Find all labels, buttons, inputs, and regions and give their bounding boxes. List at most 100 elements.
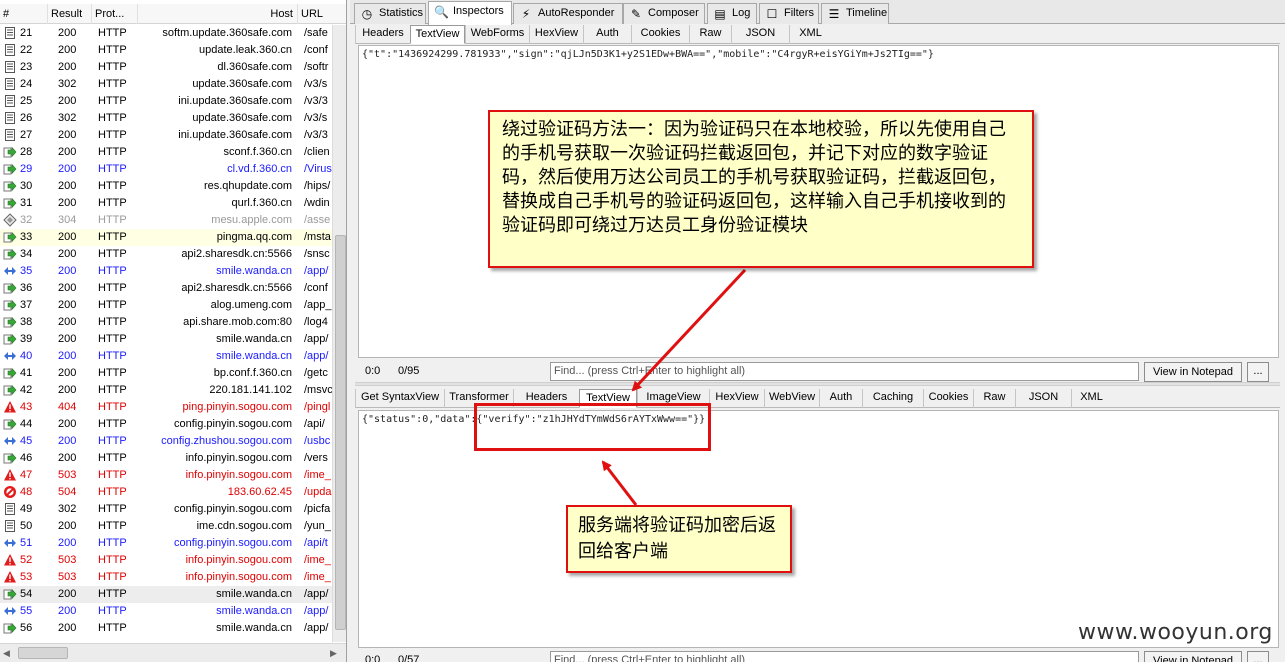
- document-icon: [3, 60, 17, 74]
- scroll-right-icon[interactable]: ▶: [330, 648, 337, 659]
- session-row[interactable]: 24 302 HTTP update.360safe.com/v3/s: [0, 76, 332, 93]
- session-number: 32: [20, 214, 33, 226]
- request-tab-cookies[interactable]: Cookies: [631, 25, 689, 44]
- session-row[interactable]: 35 200 HTTP smile.wanda.cn/app/: [0, 263, 332, 280]
- session-row[interactable]: 34 200 HTTP api2.sharesdk.cn:5566/snsc: [0, 246, 332, 263]
- main-tab-filters[interactable]: ☐ Filters: [759, 3, 819, 24]
- response-statusbar: 0:0 0/57 Find... (press Ctrl+Enter to hi…: [358, 650, 1279, 662]
- request-find-input[interactable]: Find... (press Ctrl+Enter to highlight a…: [550, 362, 1139, 381]
- session-vertical-scrollbar[interactable]: [332, 25, 346, 642]
- session-row[interactable]: 37 200 HTTP alog.umeng.com/app_: [0, 297, 332, 314]
- response-arrow-icon: [3, 332, 17, 346]
- request-tab-headers[interactable]: Headers: [355, 25, 410, 44]
- response-find-input[interactable]: Find... (press Ctrl+Enter to highlight a…: [550, 651, 1139, 662]
- response-tab-json[interactable]: JSON: [1015, 389, 1071, 408]
- inspector-splitter[interactable]: [355, 382, 1280, 386]
- session-row[interactable]: 50 200 HTTP ime.cdn.sogou.com/yun_: [0, 518, 332, 535]
- request-tab-raw[interactable]: Raw: [689, 25, 731, 44]
- main-tab-autoresponder[interactable]: ⚡ AutoResponder: [513, 3, 623, 24]
- column-result[interactable]: Result: [48, 4, 92, 24]
- column-number[interactable]: #: [0, 4, 48, 24]
- session-url: /v3/s: [304, 112, 328, 124]
- session-row[interactable]: 44 200 HTTP config.pinyin.sogou.com/api/: [0, 416, 332, 433]
- session-row[interactable]: 45 200 HTTP config.zhushou.sogou.com/usbc: [0, 433, 332, 450]
- response-tab-raw[interactable]: Raw: [973, 389, 1015, 408]
- session-row[interactable]: 29 200 HTTP cl.vd.f.360.cn/Virus: [0, 161, 332, 178]
- session-row[interactable]: 54 200 HTTP smile.wanda.cn/app/: [0, 586, 332, 603]
- session-result: 200: [58, 350, 77, 362]
- request-tab-xml[interactable]: XML: [789, 25, 831, 44]
- session-row[interactable]: 25 200 HTTP ini.update.360safe.com/v3/3: [0, 93, 332, 110]
- session-host: mesu.apple.com: [211, 214, 292, 226]
- main-tab-timeline[interactable]: ☰ Timeline: [821, 3, 889, 24]
- session-row[interactable]: 48 504 HTTP 183.60.62.45/upda: [0, 484, 332, 501]
- session-row[interactable]: 32 304 HTTP mesu.apple.com/asse: [0, 212, 332, 229]
- session-row[interactable]: 47 503 HTTP info.pinyin.sogou.com/ime_: [0, 467, 332, 484]
- column-host[interactable]: Host: [138, 4, 298, 24]
- response-tab-auth[interactable]: Auth: [819, 389, 862, 408]
- session-row[interactable]: 56 200 HTTP smile.wanda.cn/app/: [0, 620, 332, 637]
- request-tab-webforms[interactable]: WebForms: [465, 25, 529, 44]
- response-tab-webview[interactable]: WebView: [764, 389, 819, 408]
- scroll-left-icon[interactable]: ◀: [3, 648, 10, 659]
- session-host: 183.60.62.45: [227, 486, 292, 498]
- scrollbar-thumb[interactable]: [18, 647, 68, 659]
- session-row[interactable]: 39 200 HTTP smile.wanda.cn/app/: [0, 331, 332, 348]
- session-row[interactable]: 53 503 HTTP info.pinyin.sogou.com/ime_: [0, 569, 332, 586]
- session-row[interactable]: 36 200 HTTP api2.sharesdk.cn:5566/conf: [0, 280, 332, 297]
- request-tab-textview[interactable]: TextView: [410, 25, 465, 44]
- session-protocol: HTTP: [98, 282, 127, 294]
- session-row[interactable]: 27 200 HTTP ini.update.360safe.com/v3/3: [0, 127, 332, 144]
- main-tab-statistics[interactable]: ◷ Statistics: [354, 3, 426, 24]
- session-url: /msta: [304, 231, 331, 243]
- session-url: /api/t: [304, 537, 328, 549]
- session-horizontal-scrollbar[interactable]: ◀ ▶: [0, 643, 346, 662]
- session-row[interactable]: 55 200 HTTP smile.wanda.cn/app/: [0, 603, 332, 620]
- session-row[interactable]: 51 200 HTTP config.pinyin.sogou.com/api/t: [0, 535, 332, 552]
- session-row[interactable]: 26 302 HTTP update.360safe.com/v3/s: [0, 110, 332, 127]
- response-tab-get-syntaxview[interactable]: Get SyntaxView: [355, 389, 444, 408]
- response-tab-hexview[interactable]: HexView: [709, 389, 764, 408]
- session-row[interactable]: 28 200 HTTP sconf.f.360.cn/clien: [0, 144, 332, 161]
- session-row[interactable]: 49 302 HTTP config.pinyin.sogou.com/picfa: [0, 501, 332, 518]
- session-row[interactable]: 22 200 HTTP update.leak.360.cn/conf: [0, 42, 332, 59]
- column-protocol[interactable]: Prot...: [92, 4, 138, 24]
- session-row[interactable]: 40 200 HTTP smile.wanda.cn/app/: [0, 348, 332, 365]
- session-number: 50: [20, 520, 33, 532]
- response-tab-xml[interactable]: XML: [1071, 389, 1111, 408]
- main-tab-inspectors[interactable]: 🔍 Inspectors: [428, 1, 512, 25]
- session-protocol: HTTP: [98, 146, 127, 158]
- request-more-button[interactable]: ...: [1247, 362, 1269, 382]
- session-row[interactable]: 38 200 HTTP api.share.mob.com:80/log4: [0, 314, 332, 331]
- session-result: 200: [58, 180, 77, 192]
- char-count: 0/95: [398, 365, 420, 377]
- main-tab-label: Inspectors: [453, 5, 504, 17]
- session-host: api.share.mob.com:80: [183, 316, 292, 328]
- response-arrow-icon: [3, 196, 17, 210]
- response-view-in-notepad-button[interactable]: View in Notepad: [1144, 651, 1242, 662]
- request-view-in-notepad-button[interactable]: View in Notepad: [1144, 362, 1242, 382]
- session-row[interactable]: 33 200 HTTP pingma.qq.com/msta: [0, 229, 332, 246]
- response-tab-cookies[interactable]: Cookies: [923, 389, 973, 408]
- session-row[interactable]: 42 200 HTTP 220.181.141.102/msvc: [0, 382, 332, 399]
- session-row[interactable]: 31 200 HTTP qurl.f.360.cn/wdin: [0, 195, 332, 212]
- scrollbar-thumb[interactable]: [335, 235, 346, 630]
- column-url[interactable]: URL: [298, 4, 346, 24]
- session-url: /hips/: [304, 180, 331, 192]
- session-row[interactable]: 23 200 HTTP dl.360safe.com/softr: [0, 59, 332, 76]
- response-more-button[interactable]: ...: [1247, 651, 1269, 662]
- session-row[interactable]: 46 200 HTTP info.pinyin.sogou.com/vers: [0, 450, 332, 467]
- session-row[interactable]: 21 200 HTTP softm.update.360safe.com/safe: [0, 25, 332, 42]
- main-tab-composer[interactable]: ✎ Composer: [623, 3, 705, 24]
- main-tab-log[interactable]: ▤ Log: [707, 3, 757, 24]
- request-tab-hexview[interactable]: HexView: [529, 25, 583, 44]
- request-tab-auth[interactable]: Auth: [583, 25, 631, 44]
- session-row[interactable]: 30 200 HTTP res.qhupdate.com/hips/: [0, 178, 332, 195]
- response-tab-caching[interactable]: Caching: [862, 389, 923, 408]
- session-row[interactable]: 52 503 HTTP info.pinyin.sogou.com/ime_: [0, 552, 332, 569]
- session-number: 46: [20, 452, 33, 464]
- request-tab-json[interactable]: JSON: [731, 25, 789, 44]
- session-protocol: HTTP: [98, 452, 127, 464]
- session-row[interactable]: 43 404 HTTP ping.pinyin.sogou.com/pingl: [0, 399, 332, 416]
- session-row[interactable]: 41 200 HTTP bp.conf.f.360.cn/getc: [0, 365, 332, 382]
